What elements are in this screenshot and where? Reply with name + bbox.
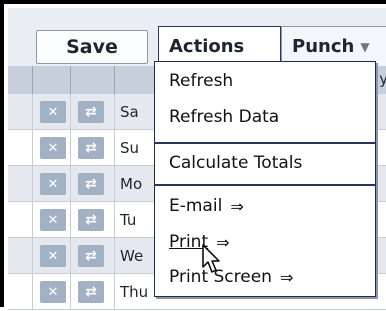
delete-row-button[interactable]: ✕ (40, 209, 66, 231)
menu-item-print-screen[interactable]: Print Screen ⇒ (155, 260, 375, 294)
header-cell (32, 66, 71, 94)
row-divider (114, 238, 115, 273)
edit-row-button[interactable]: ⇄ (78, 101, 104, 123)
delete-icon: ✕ (47, 140, 59, 156)
app-frame: Save Actions Punch ▼ ay ✕ ⇄ Sa (0, 0, 386, 311)
edit-row-button[interactable]: ⇄ (78, 281, 104, 303)
edit-row-button[interactable]: ⇄ (78, 137, 104, 159)
row-day: Su (120, 139, 140, 157)
row-divider (114, 130, 115, 165)
header-cell (8, 66, 33, 94)
edit-icon: ⇄ (85, 212, 97, 228)
delete-icon: ✕ (47, 248, 59, 264)
menu-item-label: Calculate Totals (169, 153, 303, 173)
delete-row-button[interactable]: ✕ (40, 137, 66, 159)
delete-row-button[interactable]: ✕ (40, 101, 66, 123)
delete-icon: ✕ (47, 176, 59, 192)
row-cell (8, 238, 33, 273)
tab-actions-label: Actions (169, 36, 245, 57)
delete-row-button[interactable]: ✕ (40, 245, 66, 267)
row-day: We (120, 247, 144, 265)
menu-item-print[interactable]: Print ⇒ (155, 225, 375, 259)
row-divider (114, 274, 115, 309)
delete-icon: ✕ (47, 104, 59, 120)
edit-icon: ⇄ (85, 176, 97, 192)
delete-icon: ✕ (47, 284, 59, 300)
row-day: Mo (120, 175, 143, 193)
edit-row-button[interactable]: ⇄ (78, 245, 104, 267)
row-cell (8, 94, 33, 129)
save-button[interactable]: Save (36, 30, 148, 64)
edit-row-button[interactable]: ⇄ (78, 173, 104, 195)
delete-row-button[interactable]: ✕ (40, 173, 66, 195)
edit-icon: ⇄ (85, 140, 97, 156)
menu-item-refresh-data[interactable]: Refresh Data (155, 100, 375, 134)
chevron-down-icon: ▼ (360, 39, 370, 54)
menu-item-calculate-totals[interactable]: Calculate Totals (155, 146, 375, 180)
row-divider (114, 202, 115, 237)
edit-icon: ⇄ (85, 248, 97, 264)
menu-item-label: E-mail (169, 196, 223, 216)
edit-row-button[interactable]: ⇄ (78, 209, 104, 231)
menu-divider (155, 184, 375, 186)
menu-item-label: Refresh Data (169, 107, 280, 127)
delete-icon: ✕ (47, 212, 59, 228)
mouse-pointer-icon (202, 244, 224, 278)
toolbar: Save Actions Punch ▼ (8, 8, 386, 67)
row-cell (8, 130, 33, 165)
edit-icon: ⇄ (85, 104, 97, 120)
row-cell (8, 274, 33, 309)
edit-icon: ⇄ (85, 284, 97, 300)
actions-dropdown-menu: Refresh Refresh Data Calculate Totals E-… (154, 61, 376, 297)
menu-item-label: Refresh (169, 71, 234, 91)
row-divider (114, 166, 115, 201)
submenu-arrow-icon: ⇒ (279, 267, 294, 287)
menu-divider (155, 142, 375, 144)
tab-punch-label: Punch (292, 36, 355, 57)
header-cell (70, 66, 115, 94)
row-day: Tu (120, 211, 137, 229)
menu-item-refresh[interactable]: Refresh (155, 64, 375, 98)
delete-row-button[interactable]: ✕ (40, 281, 66, 303)
submenu-arrow-icon: ⇒ (230, 196, 244, 216)
tab-actions[interactable]: Actions (158, 26, 281, 66)
row-cell (8, 166, 33, 201)
row-day: Sa (120, 103, 139, 121)
tab-punch[interactable]: Punch ▼ (281, 26, 386, 66)
menu-item-email[interactable]: E-mail ⇒ (155, 189, 375, 223)
row-divider (114, 94, 115, 129)
row-cell (8, 202, 33, 237)
